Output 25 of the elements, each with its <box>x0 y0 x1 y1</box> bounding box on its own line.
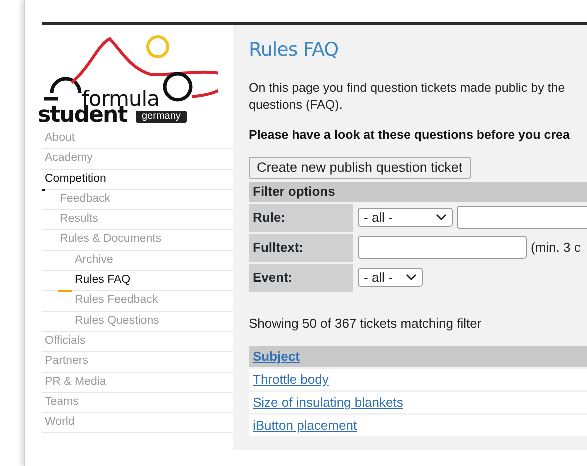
create-ticket-button[interactable]: Create new publish question ticket <box>249 156 471 179</box>
sidebar-item[interactable]: Results <box>42 210 233 230</box>
page-title: Rules FAQ <box>249 39 340 62</box>
sidebar-item[interactable]: Rules FAQ <box>42 271 233 292</box>
sidebar-item[interactable]: About <box>42 129 233 150</box>
logo-tag: germany <box>136 111 187 123</box>
notice-text: Please have a look at these questions before you crea <box>249 126 571 144</box>
intro-text: On this page you find question tickets made public by the questions (FAQ). <box>249 80 566 114</box>
chevron-icon <box>436 214 447 222</box>
filter-header: Filter options <box>249 182 587 202</box>
sidebar-item[interactable]: PR & Media <box>42 372 233 393</box>
dropdown-value: - all - <box>364 268 393 287</box>
sidebar-item[interactable]: World <box>42 413 233 434</box>
sidebar-item[interactable]: Rules Questions <box>42 312 233 332</box>
result-count: Showing 50 of 367 tickets matching filter <box>249 314 483 333</box>
dropdown-field[interactable]: - all - <box>358 208 453 228</box>
ticket-link[interactable]: Throttle body <box>253 372 329 388</box>
hint-text: (min. 3 c <box>531 238 581 257</box>
dropdown-field[interactable]: - all - <box>358 268 423 288</box>
sidebar-item[interactable]: Competition <box>42 170 233 190</box>
chevron-icon <box>406 274 417 282</box>
input-field[interactable] <box>358 236 527 260</box>
column-header-link[interactable]: Subject <box>253 349 300 364</box>
dropdown-value: - all - <box>364 208 393 227</box>
input-field[interactable] <box>457 206 587 230</box>
